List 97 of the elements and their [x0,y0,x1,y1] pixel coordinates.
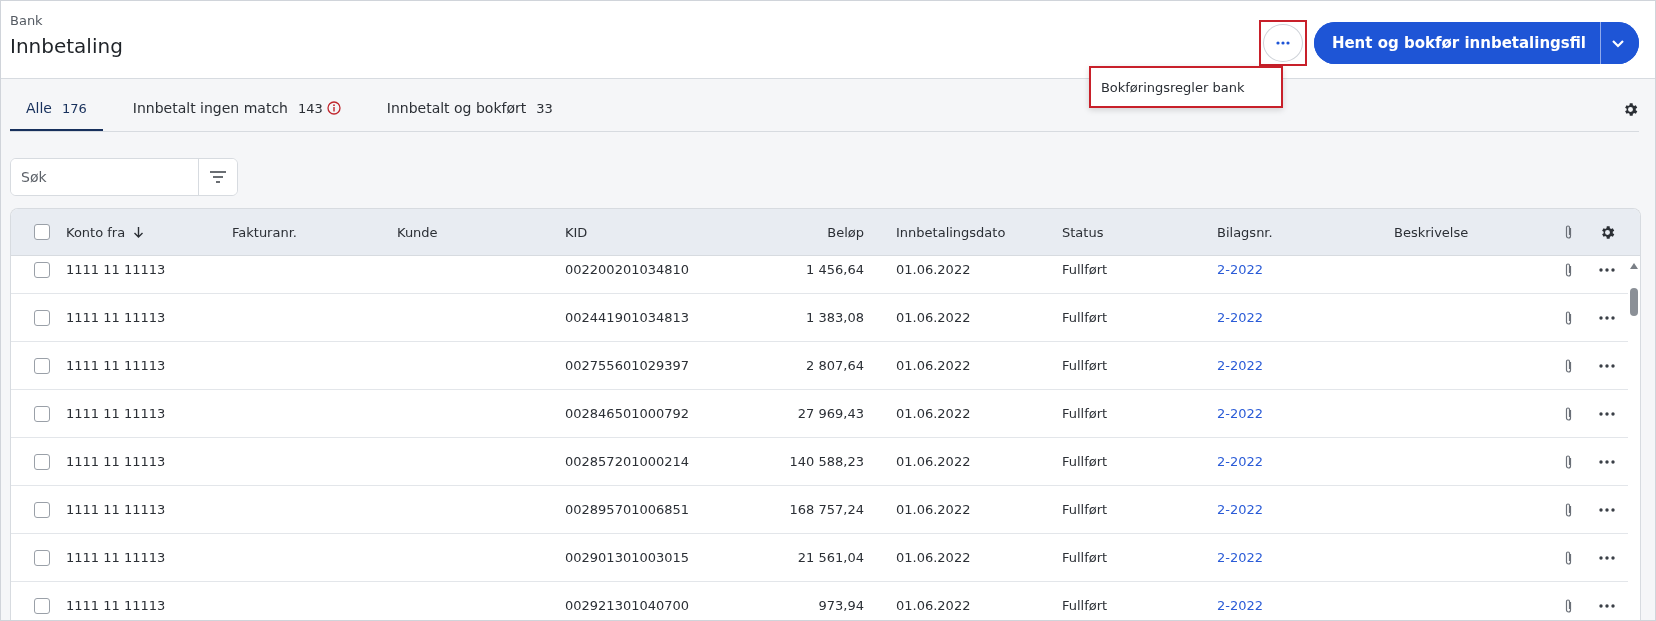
table-cell-text: Fullført [1061,454,1109,469]
row-checkbox[interactable] [34,405,50,422]
table-cell-text: 01.06.2022 [895,550,972,565]
settings-icon[interactable] [1622,100,1639,118]
column-header[interactable]: Innbetalingsdato [880,224,1046,240]
tab[interactable]: Innbetalt og bokført 33 [370,79,569,131]
scrollbar-thumb[interactable] [1630,288,1638,316]
paperclip-icon[interactable] [1564,261,1573,278]
paperclip-icon[interactable] [1564,597,1573,614]
table-cell-text: Fullført [1061,550,1109,565]
table-cell-text: 1 456,64 [805,262,865,277]
table-cell-text: 1111 11 11113 [65,550,167,565]
paperclip-icon[interactable] [1564,453,1573,470]
table-cell-text: 1111 11 11113 [65,262,167,277]
column-header[interactable]: Status [1046,224,1201,240]
table-cell-text: 01.06.2022 [895,454,972,469]
row-checkbox[interactable] [34,597,50,614]
filter-icon [209,171,227,183]
row-checkbox[interactable] [34,309,50,326]
table-cell-text: 01.06.2022 [895,358,972,373]
table-cell-text: Fullført [1061,598,1109,613]
table-cell-text: Fullført [1061,358,1109,373]
table-cell-text: 168 757,24 [788,502,865,517]
more-icon[interactable] [1599,411,1615,416]
table-cell-text: 002200201034810 [564,262,691,277]
column-header[interactable]: Kunde [381,224,549,240]
more-icon[interactable] [1599,315,1615,320]
page-title: Innbetaling [10,34,123,58]
table-cell-text: 002921301040700 [564,598,691,613]
paperclip-icon[interactable] [1564,501,1573,518]
more-icon[interactable] [1599,507,1615,512]
row-checkbox[interactable] [34,261,50,278]
table-cell-text: 01.06.2022 [895,406,972,421]
column-header[interactable]: Beskrivelse [1378,224,1551,240]
table-cell-text: 01.06.2022 [895,262,972,277]
table-cell-text: Fullført [1061,310,1109,325]
table-cell-text: 002441901034813 [564,310,691,325]
more-icon[interactable] [1599,603,1615,608]
breadcrumb[interactable]: Bank [10,13,123,28]
table-cell-text: 2 807,64 [805,358,865,373]
table-cell-text: 002846501000792 [564,406,691,421]
table-cell-text: 140 588,23 [788,454,865,469]
column-header[interactable]: Beløp [715,224,880,240]
row-checkbox[interactable] [34,453,50,470]
row-checkbox[interactable] [34,357,50,374]
table-cell-text: 21 561,04 [796,550,865,565]
paperclip-icon[interactable] [1564,549,1573,566]
table-cell-text: 1111 11 11113 [65,358,167,373]
table-cell-text: 973,94 [817,598,865,613]
more-icon[interactable] [1599,363,1615,368]
fetch-post-button[interactable]: Hent og bokfør innbetalingsfil [1313,22,1601,64]
select-all-checkbox[interactable] [34,224,50,240]
paperclip-icon[interactable] [1564,224,1573,240]
column-header[interactable]: KID [549,224,715,240]
table-cell-text: 002901301003015 [564,550,691,565]
row-checkbox[interactable] [34,501,50,518]
table-cell-text: 01.06.2022 [895,310,972,325]
table-cell-text: 1111 11 11113 [65,454,167,469]
table-cell-text: Fullført [1061,406,1109,421]
table-cell-text: 002895701006851 [564,502,691,517]
more-icon[interactable] [1599,555,1615,560]
paperclip-icon[interactable] [1564,309,1573,326]
voucher-link[interactable]: 2-2022 [1201,598,1280,613]
menu-item[interactable]: Bokføringsregler bank [1090,79,1245,95]
table-cell-text: 002857201000214 [564,454,691,469]
voucher-link[interactable]: 2-2022 [1201,406,1280,421]
paperclip-icon[interactable] [1564,405,1573,422]
more-icon [1275,41,1290,45]
voucher-link[interactable]: 2-2022 [1201,550,1280,565]
scroll-up-icon[interactable] [1629,262,1639,270]
table-cell-text: 27 969,43 [796,406,865,421]
table-cell-text: 1 383,08 [805,310,865,325]
voucher-link[interactable]: 2-2022 [1201,262,1280,277]
paperclip-icon[interactable] [1564,357,1573,374]
table-cell-text: 01.06.2022 [895,502,972,517]
table-cell-text: 002755601029397 [564,358,691,373]
more-icon[interactable] [1599,459,1615,464]
table-cell-text: Fullført [1061,502,1109,517]
row-checkbox[interactable] [34,549,50,566]
chevron-down-icon [1611,38,1625,48]
tab[interactable]: Innbetalt ingen match 143 [116,79,357,131]
more-icon[interactable] [1599,267,1615,272]
column-header[interactable]: Konto fra [50,224,216,240]
voucher-link[interactable]: 2-2022 [1201,502,1280,517]
column-header[interactable]: Fakturanr. [216,224,381,240]
table-cell-text: 1111 11 11113 [65,502,167,517]
voucher-link[interactable]: 2-2022 [1201,310,1280,325]
tab[interactable]: Alle 176 [10,79,103,131]
table-cell-text: 1111 11 11113 [65,310,167,325]
table-cell-text: 1111 11 11113 [65,598,167,613]
column-header[interactable]: Bilagsnr. [1201,224,1378,240]
voucher-link[interactable]: 2-2022 [1201,454,1280,469]
table-cell-text: 01.06.2022 [895,598,972,613]
table-cell-text: 1111 11 11113 [65,406,167,421]
search-field[interactable]: Søk [10,158,238,196]
table-cell-text: Fullført [1061,262,1109,277]
voucher-link[interactable]: 2-2022 [1201,358,1280,373]
